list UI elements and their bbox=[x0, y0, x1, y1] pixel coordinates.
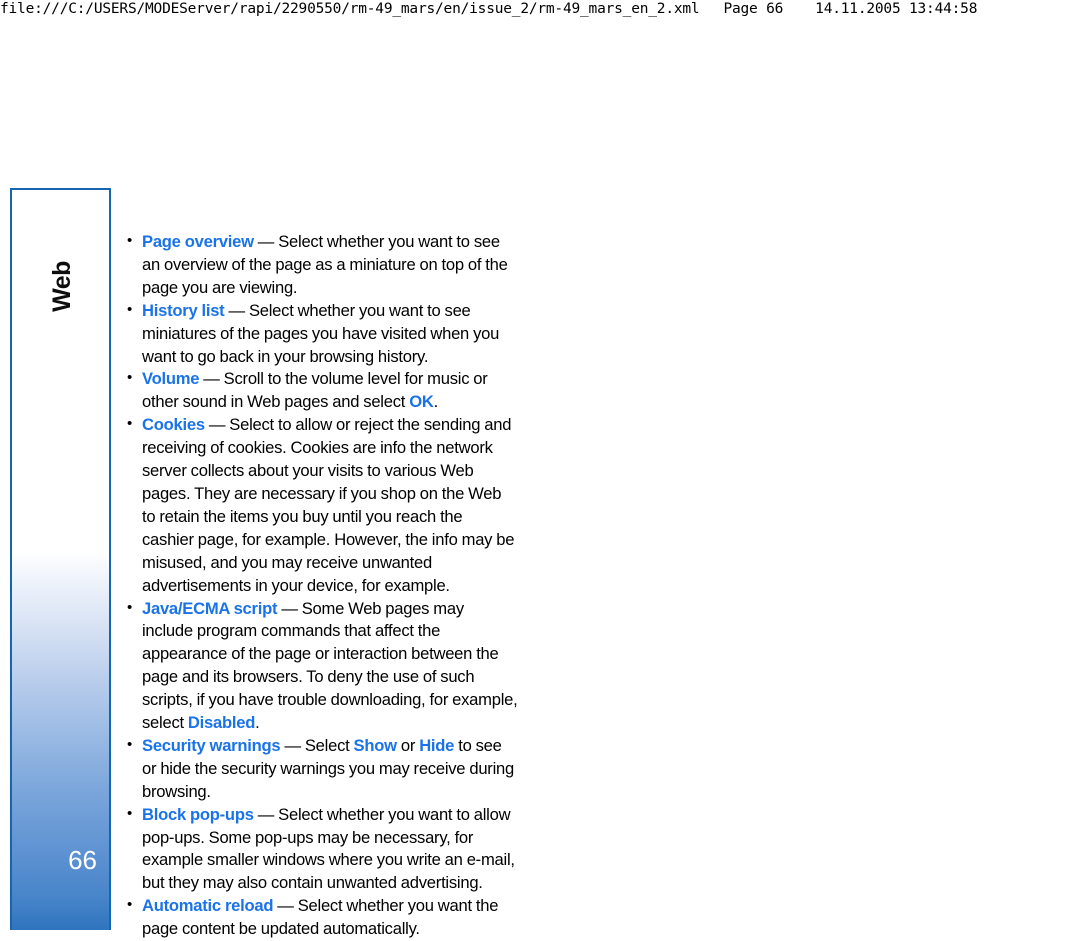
chapter-label: Web bbox=[12, 226, 113, 346]
list-item: Block pop-ups — Select whether you want … bbox=[126, 803, 518, 896]
setting-term[interactable]: Java/ECMA script bbox=[142, 599, 278, 618]
term-separator: — bbox=[224, 300, 249, 320]
setting-description-tail: . bbox=[433, 392, 439, 412]
term-separator: — bbox=[277, 598, 302, 618]
term-separator: — bbox=[199, 369, 224, 389]
setting-term[interactable]: Volume bbox=[142, 369, 199, 388]
list-item: Volume — Scroll to the volume level for … bbox=[126, 367, 518, 414]
term-separator: — bbox=[273, 896, 298, 916]
print-header-datetime: 14.11.2005 13:44:58 bbox=[815, 1, 978, 17]
setting-description: Select to allow or reject the sending an… bbox=[142, 415, 515, 595]
setting-term[interactable]: Automatic reload bbox=[142, 896, 274, 915]
inline-option-show[interactable]: Show bbox=[354, 736, 398, 755]
chapter-side-tab: Web 66 bbox=[10, 188, 111, 930]
setting-description: Select bbox=[304, 735, 354, 755]
inline-option-disabled[interactable]: Disabled bbox=[188, 713, 255, 732]
term-separator: — bbox=[253, 232, 279, 251]
setting-term[interactable]: Cookies bbox=[142, 415, 205, 434]
inline-option-hide[interactable]: Hide bbox=[419, 736, 454, 755]
list-item: Cookies — Select to allow or reject the … bbox=[126, 413, 518, 597]
list-item: Automatic reload — Select whether you wa… bbox=[126, 894, 518, 941]
term-separator: — bbox=[253, 804, 279, 824]
print-header-url: file:///C:/USERS/MODEServer/rapi/2290550… bbox=[0, 1, 700, 17]
settings-bullet-list: Page overview — Select whether you want … bbox=[126, 230, 518, 941]
description-connector: or bbox=[396, 735, 420, 755]
setting-description-tail: . bbox=[255, 713, 260, 733]
list-item: History list — Select whether you want t… bbox=[126, 299, 518, 369]
term-separator: — bbox=[280, 735, 305, 755]
print-header-page-label: Page 66 bbox=[723, 1, 784, 17]
setting-description: Some Web pages may include program comma… bbox=[142, 598, 518, 733]
term-separator: — bbox=[204, 415, 230, 435]
setting-term[interactable]: History list bbox=[142, 301, 225, 320]
setting-term[interactable]: Security warnings bbox=[142, 736, 281, 755]
setting-term[interactable]: Block pop-ups bbox=[142, 805, 254, 824]
chapter-label-text: Web bbox=[47, 260, 76, 312]
setting-term[interactable]: Page overview bbox=[142, 232, 254, 251]
print-header: file:///C:/USERS/MODEServer/rapi/2290550… bbox=[0, 0, 1065, 24]
list-item: Page overview — Select whether you want … bbox=[126, 230, 518, 300]
page-content: Page overview — Select whether you want … bbox=[126, 230, 518, 941]
list-item: Security warnings — Select Show or Hide … bbox=[126, 734, 518, 804]
page-number: 66 bbox=[68, 845, 97, 875]
inline-option-ok[interactable]: OK bbox=[409, 392, 434, 411]
list-item: Java/ECMA script — Some Web pages may in… bbox=[126, 596, 518, 735]
